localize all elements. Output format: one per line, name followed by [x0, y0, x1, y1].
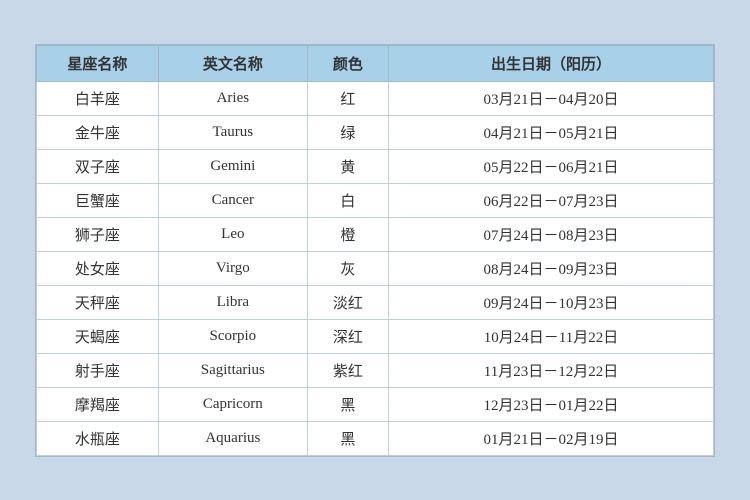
table-row: 双子座Gemini黄05月22日－06月21日: [37, 149, 714, 183]
cell-date: 08月24日－09月23日: [389, 251, 714, 285]
cell-zh-name: 巨蟹座: [37, 183, 159, 217]
cell-zh-name: 水瓶座: [37, 421, 159, 455]
cell-en-name: Capricorn: [158, 387, 307, 421]
cell-zh-name: 天蝎座: [37, 319, 159, 353]
header-en-name: 英文名称: [158, 45, 307, 81]
table-header-row: 星座名称 英文名称 颜色 出生日期（阳历）: [37, 45, 714, 81]
table-row: 白羊座Aries红03月21日－04月20日: [37, 81, 714, 115]
cell-date: 05月22日－06月21日: [389, 149, 714, 183]
header-zh-name: 星座名称: [37, 45, 159, 81]
table-row: 狮子座Leo橙07月24日－08月23日: [37, 217, 714, 251]
zodiac-table: 星座名称 英文名称 颜色 出生日期（阳历） 白羊座Aries红03月21日－04…: [36, 45, 714, 456]
cell-color: 深红: [307, 319, 388, 353]
table-row: 射手座Sagittarius紫红11月23日－12月22日: [37, 353, 714, 387]
cell-color: 黄: [307, 149, 388, 183]
table-row: 摩羯座Capricorn黑12月23日－01月22日: [37, 387, 714, 421]
cell-en-name: Gemini: [158, 149, 307, 183]
cell-color: 淡红: [307, 285, 388, 319]
cell-date: 07月24日－08月23日: [389, 217, 714, 251]
cell-color: 橙: [307, 217, 388, 251]
table-row: 天秤座Libra淡红09月24日－10月23日: [37, 285, 714, 319]
cell-en-name: Sagittarius: [158, 353, 307, 387]
cell-en-name: Scorpio: [158, 319, 307, 353]
cell-zh-name: 白羊座: [37, 81, 159, 115]
cell-color: 黑: [307, 421, 388, 455]
cell-en-name: Virgo: [158, 251, 307, 285]
cell-zh-name: 天秤座: [37, 285, 159, 319]
cell-zh-name: 狮子座: [37, 217, 159, 251]
cell-date: 01月21日－02月19日: [389, 421, 714, 455]
cell-en-name: Taurus: [158, 115, 307, 149]
cell-color: 绿: [307, 115, 388, 149]
cell-color: 白: [307, 183, 388, 217]
cell-date: 10月24日－11月22日: [389, 319, 714, 353]
cell-zh-name: 摩羯座: [37, 387, 159, 421]
table-row: 天蝎座Scorpio深红10月24日－11月22日: [37, 319, 714, 353]
cell-date: 09月24日－10月23日: [389, 285, 714, 319]
cell-zh-name: 射手座: [37, 353, 159, 387]
cell-date: 12月23日－01月22日: [389, 387, 714, 421]
cell-color: 黑: [307, 387, 388, 421]
table-row: 处女座Virgo灰08月24日－09月23日: [37, 251, 714, 285]
cell-date: 03月21日－04月20日: [389, 81, 714, 115]
cell-en-name: Aries: [158, 81, 307, 115]
cell-en-name: Cancer: [158, 183, 307, 217]
cell-date: 11月23日－12月22日: [389, 353, 714, 387]
cell-zh-name: 处女座: [37, 251, 159, 285]
zodiac-table-container: 星座名称 英文名称 颜色 出生日期（阳历） 白羊座Aries红03月21日－04…: [35, 44, 715, 457]
cell-en-name: Libra: [158, 285, 307, 319]
cell-date: 04月21日－05月21日: [389, 115, 714, 149]
cell-date: 06月22日－07月23日: [389, 183, 714, 217]
header-color: 颜色: [307, 45, 388, 81]
table-row: 巨蟹座Cancer白06月22日－07月23日: [37, 183, 714, 217]
table-row: 金牛座Taurus绿04月21日－05月21日: [37, 115, 714, 149]
table-row: 水瓶座Aquarius黑01月21日－02月19日: [37, 421, 714, 455]
cell-zh-name: 金牛座: [37, 115, 159, 149]
cell-color: 红: [307, 81, 388, 115]
cell-en-name: Leo: [158, 217, 307, 251]
cell-zh-name: 双子座: [37, 149, 159, 183]
cell-color: 灰: [307, 251, 388, 285]
header-date: 出生日期（阳历）: [389, 45, 714, 81]
cell-en-name: Aquarius: [158, 421, 307, 455]
cell-color: 紫红: [307, 353, 388, 387]
